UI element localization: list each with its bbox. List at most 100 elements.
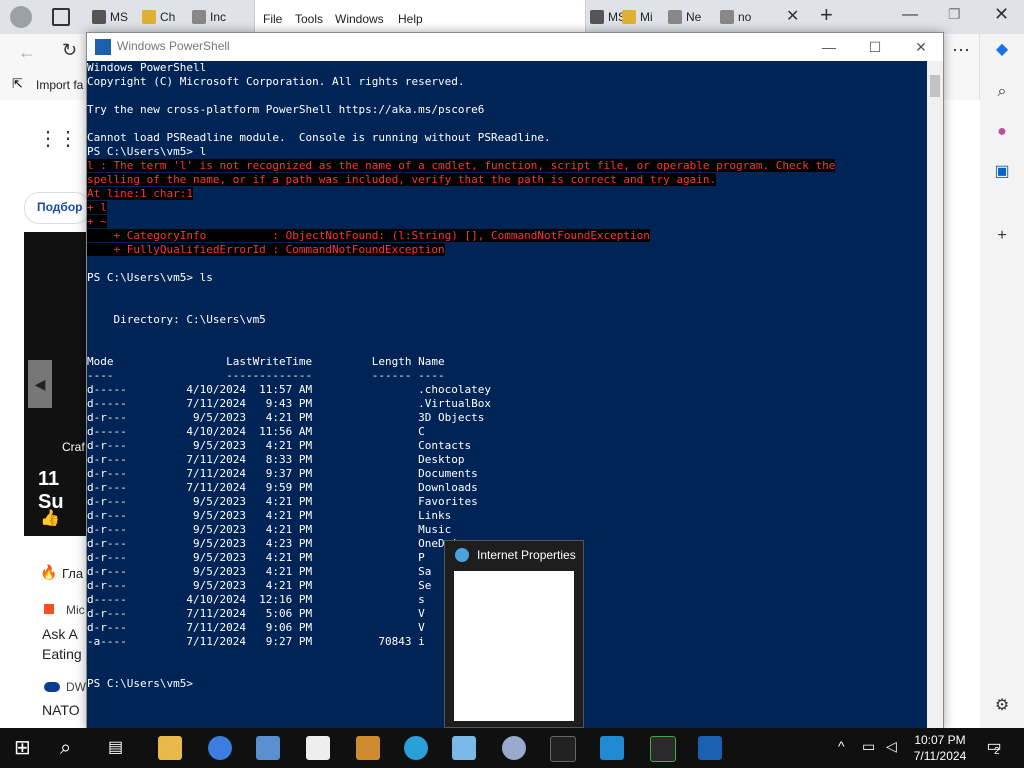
tab-actions-icon[interactable]	[52, 8, 70, 26]
back-icon[interactable]: ←	[18, 42, 36, 63]
terminal-icon[interactable]	[550, 736, 576, 762]
powershell-title: Windows PowerShell	[117, 39, 230, 53]
minimize-button[interactable]: —	[817, 37, 841, 57]
menu-help[interactable]: Help	[398, 12, 423, 26]
console-error-line: spelling of the name, or if a path was i…	[87, 173, 717, 187]
console-line-text: PS C:\Users\vm5> l	[87, 145, 207, 158]
close-tab-icon[interactable]: ✕	[786, 6, 799, 26]
settings-icon[interactable]: ⚙	[992, 696, 1012, 716]
new-tab-button[interactable]: +	[820, 2, 833, 28]
refresh-icon[interactable]: ↻	[62, 40, 77, 61]
copilot-icon[interactable]: ◆	[992, 40, 1012, 60]
powershell-taskbar-icon[interactable]	[698, 736, 722, 760]
search-icon[interactable]: ⌕	[992, 82, 1012, 102]
add-icon[interactable]: +	[992, 226, 1012, 246]
console-error-line: + CategoryInfo : ObjectNotFound: (l:Stri…	[87, 229, 650, 243]
console-line-text: d-r--- 9/5/2023 4:21 PM Music	[87, 523, 452, 536]
console-line-text: Copyright (C) Microsoft Corporation. All…	[87, 75, 465, 88]
console-line-text: spelling of the name, or if a path was i…	[87, 173, 717, 186]
chrome-icon[interactable]	[208, 736, 232, 760]
profile-avatar[interactable]	[10, 6, 32, 28]
console-line-text: d-r--- 7/11/2024 9:59 PM Downloads	[87, 481, 478, 494]
console-scrollbar[interactable]	[927, 61, 943, 729]
office-icon[interactable]: ●	[992, 122, 1012, 142]
console-line: d----- 4/10/2024 12:16 PM s	[87, 593, 425, 607]
import-favorites-link[interactable]: Import fa	[36, 78, 83, 92]
page-search-pill[interactable]: Подбор	[24, 192, 90, 224]
start-icon[interactable]: ⊞	[14, 736, 38, 760]
close-button[interactable]: ✕	[909, 37, 933, 57]
console-line: d-r--- 7/11/2024 9:37 PM Documents	[87, 467, 478, 481]
close-browser-button[interactable]: ✕	[994, 4, 1009, 25]
news-publisher-label: Mic	[66, 603, 85, 617]
remote-desktop-icon[interactable]	[600, 736, 624, 760]
console-line: PS C:\Users\vm5> l	[87, 145, 206, 159]
internet-properties-preview[interactable]: Internet Properties	[444, 540, 584, 728]
browser-tab[interactable]: MS	[590, 6, 626, 28]
browser-tab[interactable]: Ne	[668, 6, 701, 28]
menu-windows[interactable]: Windows	[335, 12, 384, 26]
notifications-icon[interactable]: ▭ 2	[982, 736, 1006, 760]
console-error-line: At line:1 char:1	[87, 187, 193, 201]
news-source-label[interactable]: Гла	[62, 566, 83, 581]
network-icon[interactable]: ▭	[862, 738, 875, 755]
window-thumbnail[interactable]	[454, 571, 574, 721]
console-line-text: d-r--- 9/5/2023 4:21 PM Sa	[87, 565, 432, 578]
task-view-icon[interactable]: ▤	[108, 736, 132, 760]
browser-tab[interactable]: MS	[92, 6, 128, 28]
virtualbox-icon[interactable]	[256, 736, 280, 760]
maximize-button[interactable]: ☐	[863, 37, 887, 57]
more-menu-icon[interactable]: ⋯	[952, 40, 970, 61]
console-line-text: d-r--- 9/5/2023 4:21 PM Links	[87, 509, 452, 522]
browser-tab[interactable]: Inc	[192, 6, 226, 28]
dw-logo-icon	[44, 682, 60, 692]
file-explorer-icon[interactable]	[158, 736, 182, 760]
fire-icon: 🔥	[40, 564, 58, 580]
search-icon[interactable]: ⌕	[60, 736, 84, 760]
console-error-line: l : The term 'l' is not recognized as th…	[87, 159, 836, 173]
menu-file[interactable]: File	[263, 12, 282, 26]
clock-time: 10:07 PM	[914, 733, 966, 747]
calculator-icon[interactable]	[650, 736, 676, 762]
console-error-line: + l	[87, 201, 107, 215]
tray-chevron-icon[interactable]: ^	[838, 738, 845, 754]
restore-browser-button[interactable]: ❐	[948, 6, 961, 23]
console-error-line: + FullyQualifiedErrorId : CommandNotFoun…	[87, 243, 445, 257]
tab-favicon-icon	[720, 10, 734, 24]
internet-properties-icon[interactable]	[502, 736, 526, 760]
browser-tab[interactable]: Mi	[622, 6, 653, 28]
console-line: Directory: C:\Users\vm5	[87, 313, 265, 327]
console-line: d-r--- 9/5/2023 4:21 PM Se	[87, 579, 431, 593]
console-line: d-r--- 7/11/2024 8:33 PM Desktop	[87, 453, 465, 467]
news-headline-2[interactable]: Eating	[42, 646, 82, 662]
edge-icon[interactable]	[404, 736, 428, 760]
menu-tools[interactable]: Tools	[295, 12, 323, 26]
apps-grid-icon[interactable]: ⋮⋮	[38, 126, 78, 151]
news-headline-3[interactable]: NATO	[42, 702, 80, 718]
volume-icon[interactable]: ◁	[886, 738, 897, 755]
like-icon[interactable]: 👍	[40, 508, 60, 528]
tools-icon[interactable]	[356, 736, 380, 760]
powershell-titlebar[interactable]: Windows PowerShell — ☐ ✕	[87, 33, 943, 61]
browser-tab[interactable]: no	[720, 6, 751, 28]
console-line-text: d-r--- 7/11/2024 8:33 PM Desktop	[87, 453, 465, 466]
console-line: Mode LastWriteTime Length Name	[87, 355, 445, 369]
7zip-icon[interactable]	[306, 736, 330, 760]
carousel-prev-button[interactable]: ◀	[28, 360, 52, 408]
clock[interactable]: 10:07 PM 7/11/2024	[908, 732, 972, 764]
outlook-icon[interactable]: ▣	[992, 162, 1012, 182]
news-headline-1[interactable]: Ask A	[42, 626, 78, 642]
console-line-text: d-r--- 9/5/2023 4:21 PM Contacts	[87, 439, 472, 452]
scrollbar-thumb[interactable]	[930, 75, 940, 97]
powershell-icon	[95, 39, 111, 55]
minimize-browser-button[interactable]: —	[902, 6, 918, 24]
console-line: d-r--- 9/5/2023 4:21 PM 3D Objects	[87, 411, 484, 425]
control-panel-icon[interactable]	[452, 736, 476, 760]
console-line: Try the new cross-platform PowerShell ht…	[87, 103, 484, 117]
console-line-text: d----- 4/10/2024 12:16 PM s	[87, 593, 425, 606]
browser-tab[interactable]: Ch	[142, 6, 175, 28]
clock-date: 7/11/2024	[913, 749, 967, 763]
console-line-text: At line:1 char:1	[87, 187, 193, 200]
console-line-text: l : The term 'l' is not recognized as th…	[87, 159, 836, 172]
console-line: d-r--- 7/11/2024 9:59 PM Downloads	[87, 481, 478, 495]
